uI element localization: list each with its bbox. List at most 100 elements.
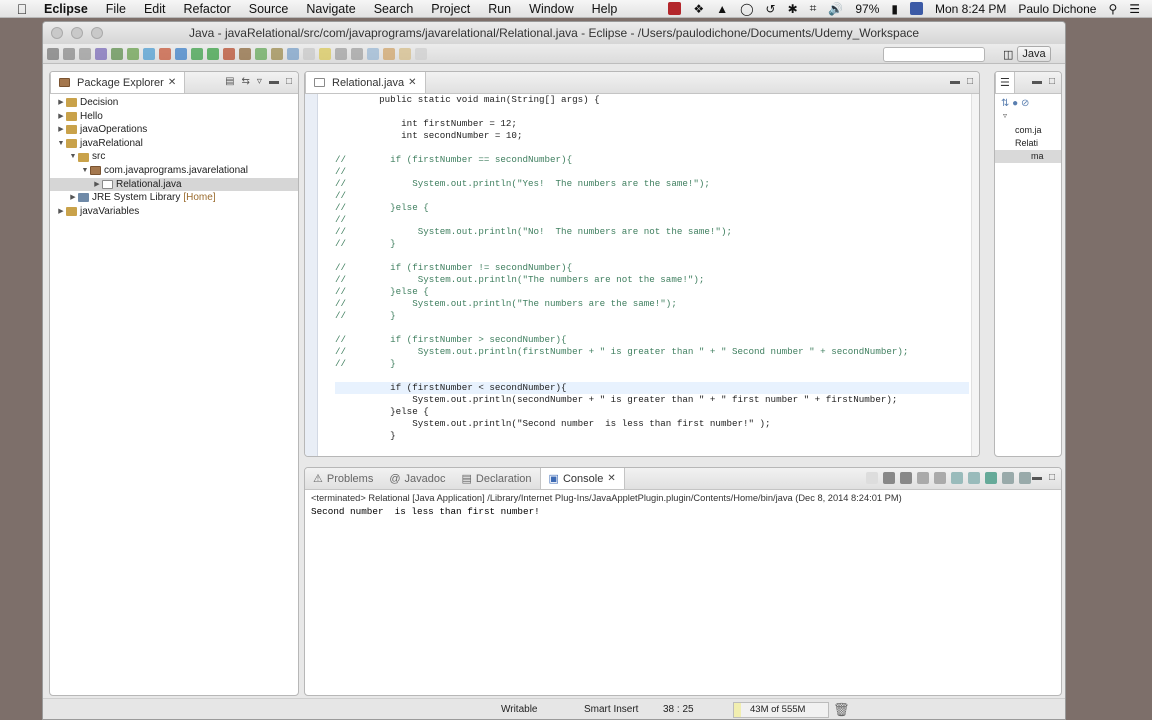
block-selection-icon[interactable] <box>351 47 363 60</box>
apple-icon[interactable]:  <box>14 1 30 17</box>
maximize-icon[interactable]: □ <box>286 76 292 87</box>
new-java-project-icon[interactable] <box>239 47 251 60</box>
close-icon[interactable]: ✕ <box>408 77 416 88</box>
minimize-icon[interactable]: ▬ <box>269 76 279 87</box>
search-icon[interactable] <box>271 47 283 60</box>
tree-item[interactable]: ▶ JRE System Library [Home] <box>50 191 298 205</box>
wifi-icon[interactable]: ⌗ <box>810 1 817 16</box>
code-line[interactable]: // } <box>335 358 969 370</box>
tab-problems[interactable]: ⚠ Problems <box>305 468 381 489</box>
pin-console-icon[interactable] <box>985 472 997 484</box>
run-icon[interactable] <box>207 47 219 60</box>
back-icon[interactable] <box>383 47 395 60</box>
code-line[interactable]: // System.out.println("The numbers are n… <box>335 274 969 286</box>
open-console-icon[interactable] <box>1019 472 1031 484</box>
code-line[interactable]: System.out.println("Second number is les… <box>335 418 969 430</box>
tab-outline[interactable]: ☰ <box>995 72 1015 93</box>
close-icon[interactable]: ✕ <box>168 77 176 88</box>
menu-refactor[interactable]: Refactor <box>183 2 230 16</box>
code-line[interactable]: // System.out.println("Yes! The numbers … <box>335 178 969 190</box>
minimize-icon[interactable]: ▬ <box>1032 76 1042 87</box>
code-line[interactable]: // if (firstNumber != secondNumber){ <box>335 262 969 274</box>
code-line[interactable]: // <box>335 214 969 226</box>
outline-class[interactable]: Relati <box>995 137 1061 150</box>
annotation-icon[interactable] <box>287 47 299 60</box>
menu-window[interactable]: Window <box>529 2 573 16</box>
open-type-icon[interactable] <box>255 47 267 60</box>
tree-item[interactable]: ▶ javaOperations <box>50 123 298 137</box>
code-line[interactable] <box>335 142 969 154</box>
maximize-icon[interactable]: □ <box>967 76 973 87</box>
sync-icon[interactable]: ◯ <box>740 2 753 16</box>
show-on-output-icon[interactable] <box>968 472 980 484</box>
tree-item[interactable]: ▶ Hello <box>50 110 298 124</box>
hide-fields-icon[interactable]: ● <box>1012 98 1018 109</box>
maximize-icon[interactable]: □ <box>1049 76 1055 87</box>
menu-list-icon[interactable]: ☰ <box>1129 2 1140 16</box>
scroll-lock-icon[interactable] <box>934 472 946 484</box>
dropbox-icon[interactable]: ❖ <box>693 2 704 16</box>
word-wrap-icon[interactable] <box>951 472 963 484</box>
tab-console[interactable]: ▣ Console ✕ <box>539 468 625 489</box>
collapsed-icon[interactable]: ▶ <box>68 191 78 205</box>
remove-all-icon[interactable] <box>900 472 912 484</box>
code-line[interactable]: } <box>335 430 969 442</box>
view-menu-icon[interactable]: ▿ <box>257 76 262 87</box>
menu-run[interactable]: Run <box>488 2 511 16</box>
debug-icon[interactable] <box>191 47 203 60</box>
tree-item[interactable]: ▼ com.javaprograms.javarelational <box>50 164 298 178</box>
menu-search[interactable]: Search <box>374 2 414 16</box>
code-lines[interactable]: public static void main(String[] args) {… <box>335 94 969 442</box>
menu-help[interactable]: Help <box>592 2 618 16</box>
collapse-all-icon[interactable]: ▤ <box>225 76 234 87</box>
code-line[interactable]: // if (firstNumber > secondNumber){ <box>335 334 969 346</box>
link-editor-icon[interactable]: ⇆ <box>242 76 250 87</box>
new-project-icon[interactable] <box>111 47 123 60</box>
open-perspective-icon[interactable]: ◫ <box>1003 48 1013 61</box>
code-line[interactable]: int firstNumber = 12; <box>335 118 969 130</box>
tree-item[interactable]: ▶ Relational.java <box>50 177 298 192</box>
code-line[interactable]: int secondNumber = 10; <box>335 130 969 142</box>
save-icon[interactable] <box>63 47 75 60</box>
outline-main-method[interactable]: ma <box>995 150 1061 163</box>
show-whitespace-icon[interactable] <box>335 47 347 60</box>
collapsed-icon[interactable]: ▶ <box>56 110 66 124</box>
tab-javadoc[interactable]: @ Javadoc <box>381 468 453 489</box>
outline-menu-icon[interactable]: ▿ <box>995 111 1061 124</box>
expanded-icon[interactable]: ▼ <box>56 137 66 151</box>
code-line[interactable]: // System.out.println("The numbers are t… <box>335 298 969 310</box>
maximize-icon[interactable]: □ <box>1049 472 1055 483</box>
tab-relational-java[interactable]: Relational.java ✕ <box>305 72 426 93</box>
forward-icon[interactable] <box>399 47 411 60</box>
next-annotation-icon[interactable] <box>367 47 379 60</box>
code-line[interactable]: // if (firstNumber == secondNumber){ <box>335 154 969 166</box>
code-line[interactable] <box>335 106 969 118</box>
skip-breakpoints-icon[interactable] <box>175 47 187 60</box>
heap-status[interactable]: 43M of 555M <box>733 702 829 718</box>
close-icon[interactable]: ✕ <box>607 473 615 484</box>
tab-declaration[interactable]: ▤ Declaration <box>454 468 540 489</box>
code-line[interactable]: System.out.println(secondNumber + " is g… <box>335 394 969 406</box>
code-line[interactable]: if (firstNumber < secondNumber){ <box>335 382 969 394</box>
volume-icon[interactable]: 🔊 <box>828 2 843 16</box>
tree-item[interactable]: ▶ javaVariables <box>50 205 298 219</box>
spotlight-icon[interactable]: ⚲ <box>1108 2 1117 16</box>
minimize-icon[interactable]: ▬ <box>950 76 960 87</box>
clock[interactable]: Mon 8:24 PM <box>935 2 1006 16</box>
time-machine-icon[interactable]: ↺ <box>766 2 776 16</box>
code-line[interactable] <box>335 250 969 262</box>
trash-icon[interactable]: 🗑 <box>833 702 850 718</box>
code-line[interactable]: // <box>335 166 969 178</box>
tab-package-explorer[interactable]: Package Explorer ✕ <box>50 72 186 93</box>
sort-icon[interactable]: ⇅ <box>1001 98 1009 109</box>
overview-ruler[interactable] <box>971 94 979 456</box>
collapsed-icon[interactable]: ▶ <box>56 96 66 110</box>
new-icon[interactable] <box>47 47 59 60</box>
remove-launch-icon[interactable] <box>883 472 895 484</box>
code-line[interactable] <box>335 370 969 382</box>
tree-item[interactable]: ▼ javaRelational <box>50 137 298 151</box>
code-line[interactable]: // System.out.println(firstNumber + " is… <box>335 346 969 358</box>
battery-label[interactable]: 97% <box>855 2 879 16</box>
new-package-icon[interactable] <box>127 47 139 60</box>
battery-icon[interactable]: ▮ <box>891 2 898 16</box>
